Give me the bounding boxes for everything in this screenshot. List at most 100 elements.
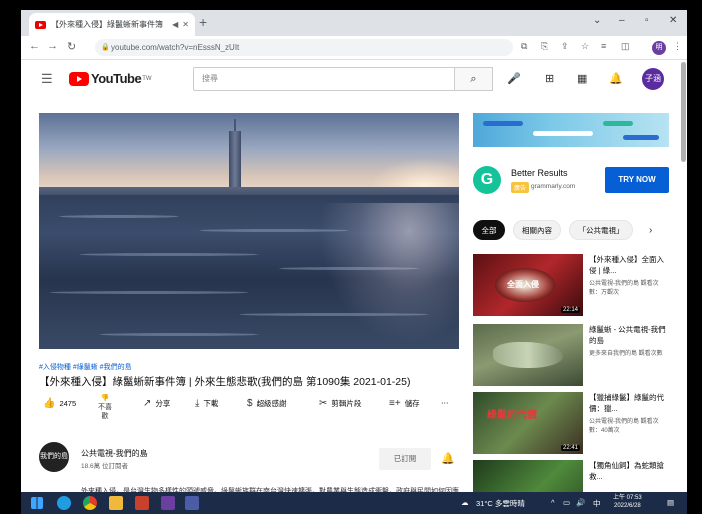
reading-list-icon[interactable]: ≡ [601,41,606,51]
ad-banner-image[interactable] [473,113,669,147]
search-input[interactable]: 搜尋 [193,67,455,91]
account-avatar[interactable]: 子涵 [642,68,664,90]
youtube-play-icon [69,71,89,86]
search-icon: ⌕ [470,73,477,85]
ad-domain: grammarly.com [531,183,576,190]
audio-icon[interactable]: ◀ [172,20,178,29]
recommendation-item[interactable]: 綠鬣蜥 - 公共電視-我們的島 更多來自我們的島 觀看次數 [473,324,669,386]
translate-icon[interactable]: ⎘ [541,41,548,52]
network-icon[interactable]: ▭ [563,498,570,507]
recommendation-thumbnail[interactable]: 全面入侵 22:14 [473,254,583,316]
file-explorer-icon[interactable] [109,496,123,510]
new-tab-button[interactable]: + [199,14,207,30]
split-view-icon[interactable]: ◫ [621,41,630,52]
browser-menu-icon[interactable]: ⋮ [673,41,682,52]
powerpoint-icon[interactable] [135,496,149,510]
search-button[interactable]: ⌕ [455,67,493,91]
video-hashtags[interactable]: #入侵物種 #綠鬣蜥 #我們的島 [39,362,132,372]
video-player[interactable] [39,113,459,349]
clip-button[interactable]: ✂ 剪輯片段 [319,398,361,409]
weather-text[interactable]: 31°C 多雲時晴 [476,498,525,509]
forward-icon[interactable]: → [47,40,58,52]
save-button[interactable]: ≡+ 儲存 [389,398,420,409]
minimize-button[interactable]: – [619,15,625,26]
share-icon[interactable]: ⇪ [561,41,569,52]
thanks-label: 超級感謝 [256,399,287,408]
banner-shape [623,135,659,140]
share-label: 分享 [155,399,171,408]
tab-search-icon[interactable]: ⌄ [593,15,601,26]
recommendation-thumbnail[interactable] [473,324,583,386]
weather-icon[interactable]: ☁ [461,498,469,507]
address-bar[interactable]: 🔒 youtube.com/watch?v=nEsssN_zUIt [95,39,513,56]
chip-channel[interactable]: 「公共電視」 [569,220,633,240]
menu-icon[interactable]: ☰ [41,71,53,87]
channel-name[interactable]: 公共電視-我們的島 [81,448,148,459]
download-label: 下載 [203,399,219,408]
app-icon[interactable] [185,496,199,510]
more-actions-button[interactable]: ⋯ [441,398,449,407]
thumb-text: 全面入侵 [507,280,539,289]
recommendation-thumbnail[interactable]: 綠鬣的代價 22:41 [473,392,583,454]
back-icon[interactable]: ← [29,40,40,52]
ad-card[interactable]: G Better Results 廣告 grammarly.com TRY NO… [473,162,669,198]
chrome-icon[interactable] [83,496,97,510]
volume-icon[interactable]: 🔊 [576,498,585,507]
browser-toolbar: ← → ↻ 🔒 youtube.com/watch?v=nEsssN_zUIt … [21,36,687,60]
chip-all[interactable]: 全部 [473,220,505,240]
wave [99,333,259,336]
windows-start-icon[interactable] [31,497,43,509]
tab-close-icon[interactable]: ✕ [182,20,189,29]
subscribed-button[interactable]: 已訂閱 [379,448,431,470]
recommendation-item[interactable]: 全面入侵 22:14 【外來種入侵】全面入侵 | 綠... 公共電視-我們的島 … [473,254,669,316]
try-now-button[interactable]: TRY NOW [605,167,669,193]
edge-icon[interactable] [57,496,71,510]
video-duration: 22:41 [560,445,580,451]
chevron-right-icon[interactable]: › [649,225,652,236]
tray-chevron-icon[interactable]: ^ [551,498,555,507]
system-clock[interactable]: 上午 07:53 2022/6/28 [613,494,642,510]
ad-badge: 廣告 [511,182,530,193]
recommendation-title: 綠鬣蜥 - 公共電視-我們的島 [589,325,666,345]
channel-avatar[interactable]: 我們的島 [39,442,69,472]
app-icon[interactable] [161,496,175,510]
recommendation-item[interactable]: 綠鬣的代價 22:41 【獵捕綠鬣】綠鬣的代價：獵... 公共電視-我們的島 觀… [473,392,669,454]
input-language[interactable]: 中 [593,498,601,509]
youtube-logo[interactable]: YouTube TW [69,71,152,86]
thanks-button[interactable]: $ 超級感謝 [247,398,287,409]
notification-icon[interactable]: ▤ [667,498,674,507]
filter-chips: 全部 相關內容 「公共電視」 [473,220,669,240]
reload-icon[interactable]: ↻ [67,40,76,53]
profile-avatar[interactable]: 明 [652,41,666,55]
desktop-screen: 【外來種入侵】綠鬣蜥新事件簿 ◀ ✕ + ⌄ – ▫ ✕ ← → ↻ 🔒 you… [21,10,687,514]
dislike-button[interactable]: 👎 不喜歡 [97,394,113,421]
channel-bell-icon[interactable]: 🔔 [441,452,455,465]
cast-icon[interactable]: ⧉ [521,41,527,52]
microphone-icon[interactable]: 🎤 [507,72,521,85]
thumb-text: 綠鬣的代價 [487,410,537,421]
maximize-button[interactable]: ▫ [645,15,649,26]
lock-icon[interactable]: 🔒 [101,39,110,56]
wave [79,253,259,256]
apps-icon[interactable]: ▦ [577,72,587,85]
recommendation-meta: 公共電視-我們的島 觀看次數：40萬次 [589,419,659,434]
browser-tab[interactable]: 【外來種入侵】綠鬣蜥新事件簿 ◀ ✕ [29,13,195,36]
download-button[interactable]: ⤓ 下載 [195,398,218,409]
ad-title: Better Results [511,168,568,178]
close-window-button[interactable]: ✕ [669,15,677,26]
bookmark-star-icon[interactable]: ☆ [581,41,589,52]
create-video-icon[interactable]: ⊞ [545,72,554,85]
save-label: 儲存 [404,399,420,408]
thumbs-down-icon: 👎 [100,395,110,402]
chip-related[interactable]: 相關內容 [513,220,561,240]
like-button[interactable]: 👍 2475 [43,398,76,409]
share-button[interactable]: ↗ 分享 [143,398,170,409]
notifications-bell-icon[interactable]: 🔔 [609,72,623,85]
recommendation-meta: 更多來自我們的島 觀看次數 [589,351,663,357]
video-glare [319,203,459,343]
page-scrollbar[interactable] [681,62,686,162]
grammarly-logo: G [473,166,501,194]
tab-title: 【外來種入侵】綠鬣蜥新事件簿 [51,20,163,29]
thumbs-up-icon: 👍 [43,398,56,409]
youtube-favicon-icon [35,20,46,29]
